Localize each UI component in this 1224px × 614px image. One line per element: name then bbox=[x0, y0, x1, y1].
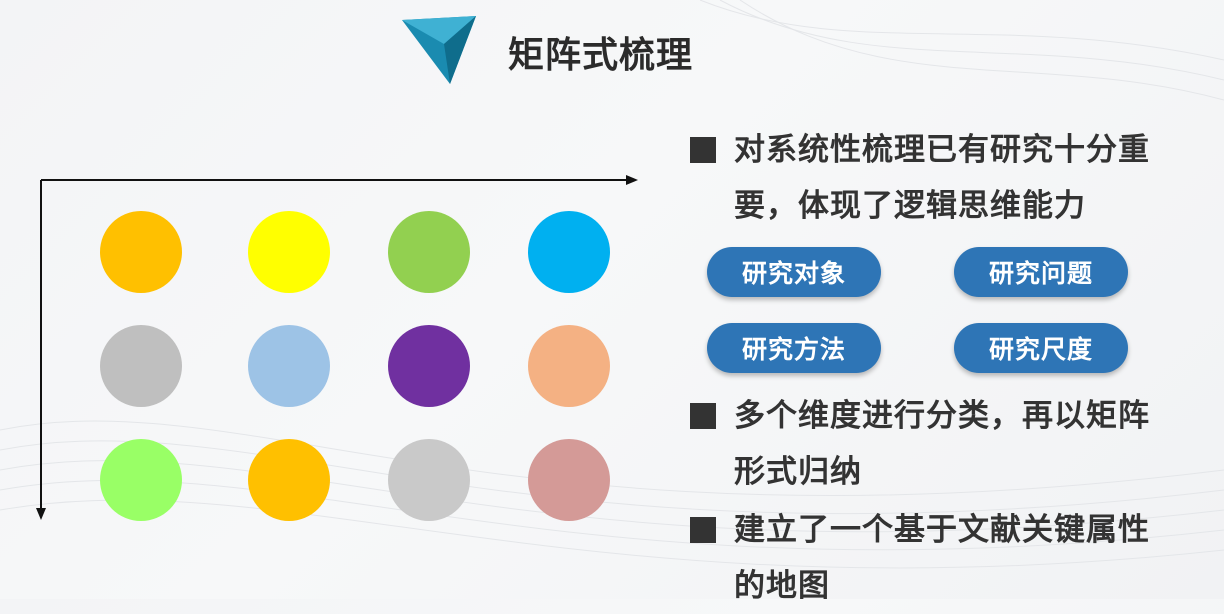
matrix-dot bbox=[100, 439, 182, 521]
matrix-dot bbox=[100, 325, 182, 407]
tag-research-scale[interactable]: 研究尺度 bbox=[954, 323, 1128, 373]
tag-label: 研究对象 bbox=[741, 259, 846, 288]
tag-label: 研究方法 bbox=[741, 335, 846, 364]
x-axis-arrow bbox=[626, 175, 638, 185]
tag-research-object[interactable]: 研究对象 bbox=[707, 247, 881, 297]
bullet-item: 建立了一个基于文献关键属性的地图 bbox=[690, 502, 1190, 614]
tag-label: 研究尺度 bbox=[988, 335, 1093, 364]
bullet-item: 多个维度进行分类，再以矩阵形式归纳 bbox=[690, 388, 1190, 500]
matrix-dot bbox=[248, 439, 330, 521]
matrix-dot bbox=[528, 211, 610, 293]
bullet-square-icon bbox=[690, 137, 716, 163]
tag-research-method[interactable]: 研究方法 bbox=[707, 323, 881, 373]
matrix-dot bbox=[100, 211, 182, 293]
matrix-dot bbox=[528, 439, 610, 521]
bullet-text: 对系统性梳理已有研究十分重要，体现了逻辑思维能力 bbox=[734, 132, 1150, 224]
matrix-dot bbox=[388, 211, 470, 293]
matrix-dot bbox=[388, 325, 470, 407]
title-triangle-icon bbox=[402, 16, 476, 84]
bullet-square-icon bbox=[690, 403, 716, 429]
tag-research-question[interactable]: 研究问题 bbox=[954, 247, 1128, 297]
bullet-square-icon bbox=[690, 517, 716, 543]
matrix-dot bbox=[248, 211, 330, 293]
tag-label: 研究问题 bbox=[988, 259, 1093, 288]
bullet-text: 建立了一个基于文献关键属性的地图 bbox=[734, 512, 1150, 604]
page-title: 矩阵式梳理 bbox=[508, 35, 694, 76]
matrix-dot bbox=[528, 325, 610, 407]
y-axis-arrow bbox=[36, 508, 46, 520]
matrix-dot bbox=[388, 439, 470, 521]
matrix-dot bbox=[248, 325, 330, 407]
bullet-text: 多个维度进行分类，再以矩阵形式归纳 bbox=[734, 398, 1150, 490]
bullet-item: 对系统性梳理已有研究十分重要，体现了逻辑思维能力 bbox=[690, 122, 1190, 234]
